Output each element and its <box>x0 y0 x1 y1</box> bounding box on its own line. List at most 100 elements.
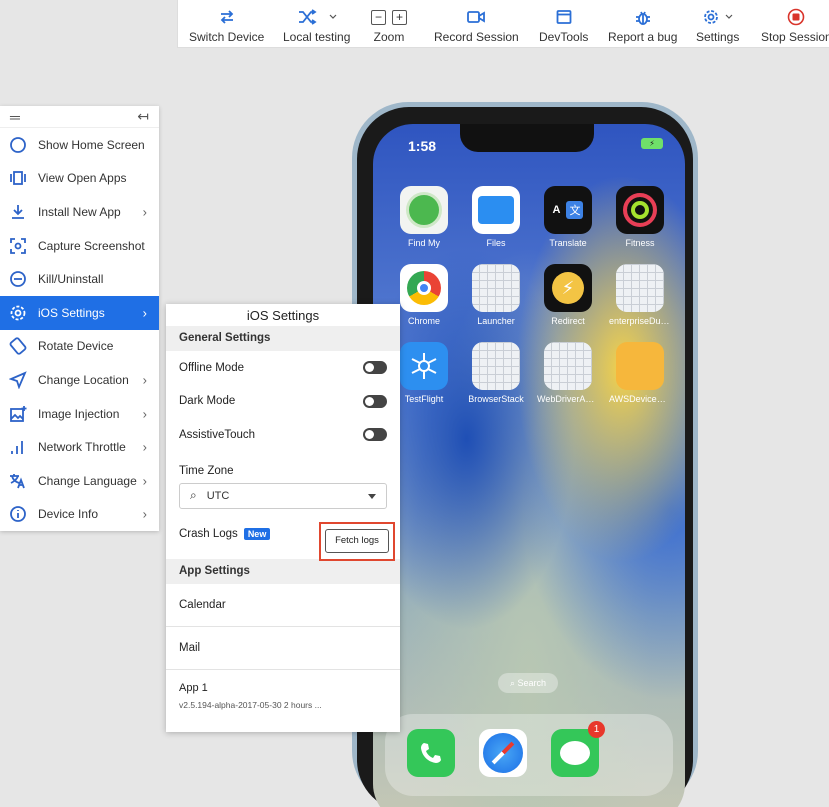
dark-mode-row: Dark Mode <box>166 385 400 419</box>
collapse-icon[interactable]: ↤ <box>137 108 149 125</box>
app-settings-header: App Settings <box>166 558 400 584</box>
zoom-control: − + Zoom <box>371 0 407 48</box>
toolbar: Switch Device Local testing − + Zoom Rec… <box>177 0 829 48</box>
menu-item-show-home-screen[interactable]: Show Home Screen <box>0 128 159 162</box>
rotate-icon <box>9 337 27 356</box>
camera-icon <box>9 237 27 255</box>
app-webdriveragent[interactable]: WebDriverAge... <box>537 342 599 404</box>
settings-label: Settings <box>696 30 740 44</box>
menu-item-label: Kill/Uninstall <box>38 272 104 287</box>
time-zone-select[interactable]: ⌕ UTC <box>179 482 387 509</box>
app-browserstack[interactable]: BrowserStack <box>465 342 527 404</box>
report-bug-button[interactable]: Report a bug <box>608 0 677 48</box>
record-session-button[interactable]: Record Session <box>434 0 519 48</box>
local-testing-label: Local testing <box>283 30 351 44</box>
app-redirect[interactable]: ⚡ Redirect <box>537 264 599 326</box>
fetch-logs-highlight: Fetch logs <box>319 521 395 561</box>
chevron-right-icon: › <box>142 372 147 388</box>
battery-icon: ⚡ <box>641 138 663 149</box>
status-time: 1:58 <box>408 138 437 154</box>
download-icon <box>9 203 27 221</box>
report-bug-label: Report a bug <box>608 30 678 44</box>
menu-item-label: Image Injection <box>38 406 120 421</box>
zoom-label: Zoom <box>373 30 405 44</box>
menu-item-change-location[interactable]: Change Location › <box>0 363 159 397</box>
local-testing-button[interactable]: Local testing <box>283 0 350 48</box>
app-enterprise-dummy[interactable]: enterpriseDum... <box>609 264 671 326</box>
assistive-touch-label: AssistiveTouch <box>179 428 256 441</box>
video-camera-icon <box>467 8 486 26</box>
menu-item-label: iOS Settings <box>38 305 105 320</box>
crash-logs-row: Crash Logs New Fetch logs <box>166 509 400 561</box>
menu-item-rotate-device[interactable]: Rotate Device <box>0 330 159 364</box>
record-session-label: Record Session <box>434 30 519 44</box>
menu-item-view-open-apps[interactable]: View Open Apps <box>0 162 159 196</box>
app-settings-calendar[interactable]: Calendar <box>166 584 400 627</box>
menu-item-network-throttle[interactable]: Network Throttle › <box>0 430 159 464</box>
new-badge: New <box>243 527 271 540</box>
offline-mode-label: Offline Mode <box>179 361 244 374</box>
home-search-pill[interactable]: ⌕ Search <box>498 673 558 693</box>
app-label: Files <box>486 238 506 248</box>
switch-device-button[interactable]: Switch Device <box>189 0 264 48</box>
menu-item-label: Capture Screenshot <box>38 238 145 253</box>
menu-item-label: Change Language <box>38 473 137 488</box>
app-settings-app1[interactable]: App 1 v2.5.194-alpha-2017-05-30 2 hours … <box>166 670 400 722</box>
menu-item-ios-settings[interactable]: iOS Settings › <box>0 295 159 330</box>
devtools-button[interactable]: DevTools <box>539 0 588 48</box>
chevron-right-icon: › <box>142 204 147 220</box>
chevron-right-icon: › <box>142 439 147 455</box>
app-testflight[interactable]: TestFlight <box>393 342 455 404</box>
zoom-in-button[interactable]: + <box>392 9 407 25</box>
chevron-right-icon: › <box>142 406 147 422</box>
app-translate[interactable]: A文 Translate <box>537 186 599 248</box>
circle-icon <box>9 136 27 154</box>
drag-handle-icon[interactable]: ═ <box>10 109 20 125</box>
dock: 1 <box>385 714 673 796</box>
app-settings-mail[interactable]: Mail <box>166 627 400 670</box>
device-screen[interactable]: 1:58 ⚡ Find My Files A文 Translate Fitnes… <box>373 124 685 807</box>
chevron-right-icon: › <box>142 506 147 522</box>
zoom-out-button[interactable]: − <box>371 9 386 25</box>
devtools-label: DevTools <box>539 30 589 44</box>
menu-item-label: Device Info <box>38 507 99 522</box>
dark-mode-label: Dark Mode <box>179 395 236 408</box>
menu-item-install-new-app[interactable]: Install New App › <box>0 195 159 229</box>
settings-button[interactable]: Settings <box>696 0 739 48</box>
fetch-logs-button[interactable]: Fetch logs <box>325 528 389 553</box>
app-files[interactable]: Files <box>465 186 527 248</box>
app-launcher[interactable]: Launcher <box>465 264 527 326</box>
stop-session-label: Stop Session <box>761 30 829 44</box>
safari-icon[interactable] <box>479 729 527 777</box>
minus-circle-icon <box>9 270 27 288</box>
stop-session-button[interactable]: Stop Session <box>761 0 829 48</box>
crash-logs-label: Crash Logs <box>179 527 238 540</box>
messages-icon[interactable]: 1 <box>551 721 605 777</box>
app-chrome[interactable]: Chrome <box>393 264 455 326</box>
app-label: Translate <box>549 238 587 248</box>
search-label: Search <box>517 678 547 688</box>
app-label: TestFlight <box>404 394 444 404</box>
app-fitness[interactable]: Fitness <box>609 186 671 248</box>
chevron-right-icon: › <box>142 305 147 321</box>
dark-mode-toggle[interactable] <box>363 394 387 408</box>
assistive-touch-toggle[interactable] <box>363 428 387 442</box>
menu-item-change-language[interactable]: Change Language › <box>0 464 159 498</box>
menu-item-capture-screenshot[interactable]: Capture Screenshot <box>0 229 159 263</box>
device-menu: ═ ↤ Show Home Screen View Open Apps Inst… <box>0 106 159 531</box>
stop-icon <box>787 8 805 26</box>
phone-app-icon[interactable] <box>407 729 455 777</box>
panel-title: iOS Settings <box>246 308 320 323</box>
device-frame: 1:58 ⚡ Find My Files A文 Translate Fitnes… <box>352 102 698 807</box>
app-find-my[interactable]: Find My <box>393 186 455 248</box>
menu-item-device-info[interactable]: Device Info › <box>0 498 159 532</box>
menu-item-kill-uninstall[interactable]: Kill/Uninstall <box>0 262 159 296</box>
gear-icon <box>9 304 27 322</box>
menu-item-label: Show Home Screen <box>38 137 145 152</box>
app1-name: App 1 <box>179 681 208 694</box>
app-label: Launcher <box>477 316 515 326</box>
offline-mode-toggle[interactable] <box>363 361 387 375</box>
app-label: AWSDeviceFar... <box>609 394 671 404</box>
app-aws-device-farm[interactable]: AWSDeviceFar... <box>609 342 671 404</box>
menu-item-image-injection[interactable]: Image Injection › <box>0 397 159 431</box>
